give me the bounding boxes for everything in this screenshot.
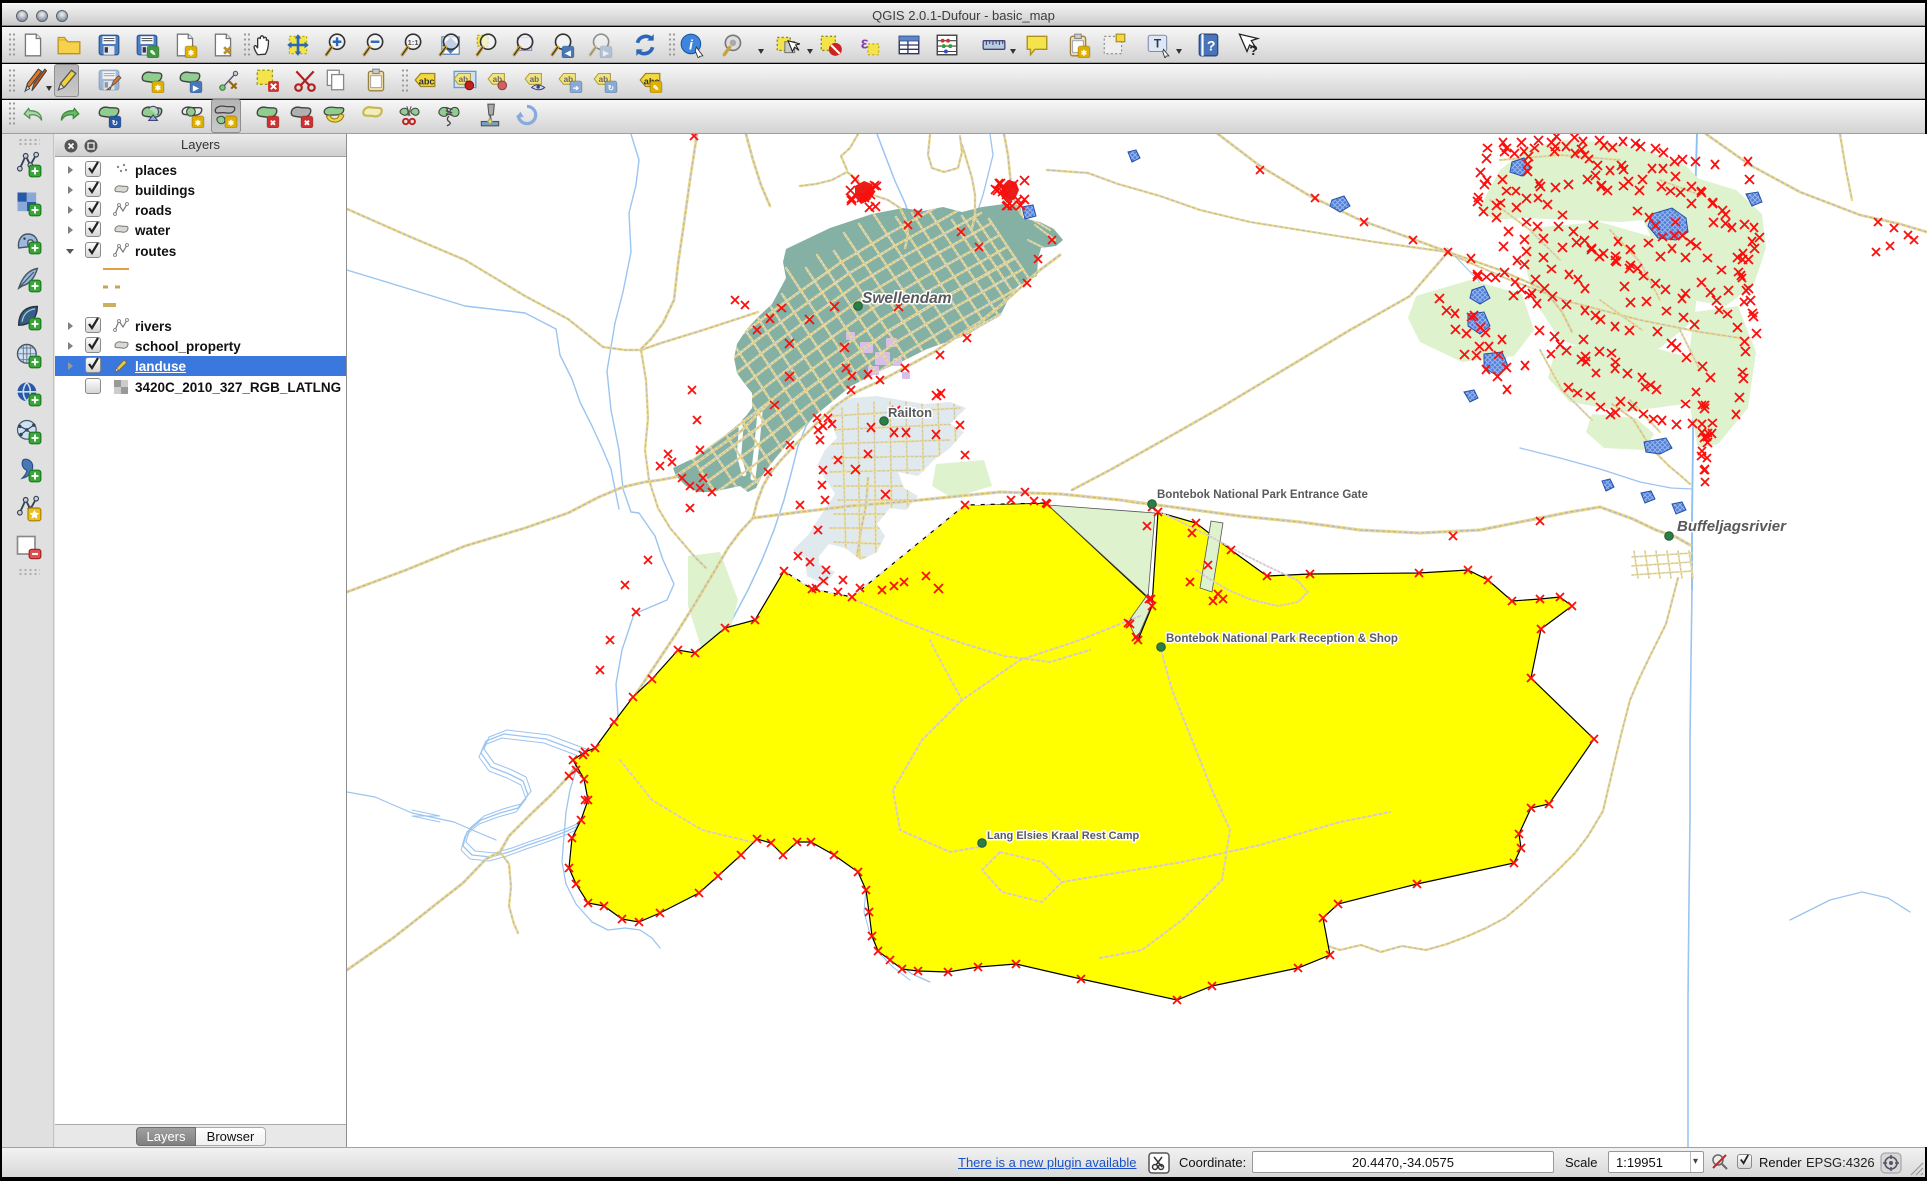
svg-text:▶: ▶ (192, 83, 200, 92)
svg-text:Railton: Railton (888, 405, 932, 420)
svg-text:✱: ✱ (155, 83, 162, 92)
svg-text:✎: ✎ (150, 48, 157, 57)
svg-text:✱: ✱ (1081, 48, 1088, 57)
svg-text:?: ? (1249, 42, 1258, 58)
svg-text:➔: ➔ (573, 83, 580, 92)
svg-text:ε: ε (861, 34, 869, 52)
svg-text:✖: ✖ (304, 118, 311, 127)
svg-text:↻: ↻ (608, 83, 615, 92)
svg-text:ab: ab (530, 75, 540, 84)
svg-text:?: ? (1207, 37, 1216, 53)
svg-text:↻: ↻ (112, 118, 119, 127)
svg-text:Lang Elsies Kraal Rest Camp: Lang Elsies Kraal Rest Camp (987, 830, 1140, 842)
svg-text:Buffeljagsrivier: Buffeljagsrivier (1677, 518, 1787, 535)
svg-text:Bontebok National Park Recepti: Bontebok National Park Reception & Shop (1166, 633, 1398, 645)
svg-text:1:1: 1:1 (408, 38, 419, 47)
svg-text:T: T (1154, 37, 1162, 51)
svg-text:✱: ✱ (188, 48, 195, 57)
svg-text:✖: ✖ (270, 118, 277, 127)
svg-text:abc: abc (419, 76, 435, 86)
svg-text:✱: ✱ (195, 118, 202, 127)
svg-text:▶: ▶ (602, 48, 610, 57)
svg-text:◀: ◀ (564, 48, 572, 57)
svg-text:✱: ✱ (228, 118, 235, 127)
svg-text:Bontebok National Park Entranc: Bontebok National Park Entrance Gate (1157, 489, 1368, 501)
svg-text:Swellendam: Swellendam (862, 290, 952, 307)
svg-text:✎: ✎ (653, 83, 660, 92)
